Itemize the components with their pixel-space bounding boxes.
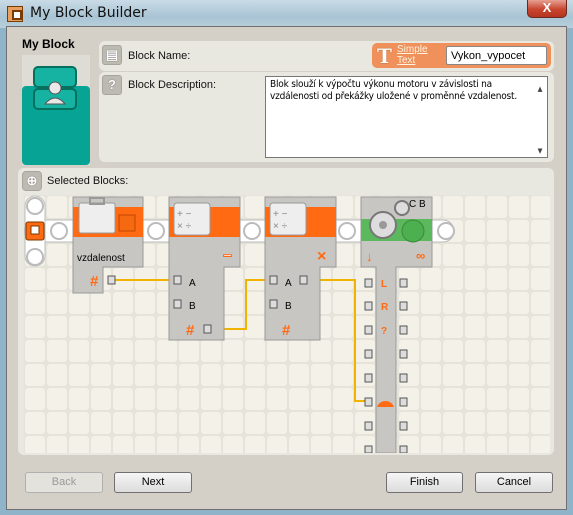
scroll-down-arrow-icon[interactable]: ▼	[533, 145, 547, 157]
title-bar[interactable]: My Block Builder X	[0, 0, 573, 28]
svg-text:+ −: + −	[273, 209, 288, 220]
input-a-label: A	[285, 278, 292, 289]
back-button[interactable]: Back	[25, 472, 103, 493]
close-button[interactable]: X	[527, 0, 567, 18]
suitcase-icon	[78, 202, 116, 234]
operation-multiply: ×	[317, 248, 326, 265]
svg-text:+ −: + −	[177, 209, 192, 220]
simple-text-link[interactable]: Simple Text	[397, 44, 437, 66]
other-plug-label: ?	[381, 326, 387, 337]
block-icon-preview[interactable]	[22, 55, 90, 165]
result-hash-icon: #	[186, 322, 195, 339]
svg-text:× ÷: × ÷	[273, 221, 288, 232]
block-name-input[interactable]	[446, 46, 547, 65]
block-name-label: Block Name:	[128, 50, 191, 62]
next-button[interactable]: Next	[114, 472, 192, 493]
direction-arrow-icon: ↓	[366, 249, 373, 264]
result-hash-icon: #	[282, 322, 291, 339]
name-tag-icon: ▤	[102, 45, 122, 65]
block-description-label: Block Description:	[128, 79, 217, 91]
crosshair-icon: ⊕	[22, 171, 42, 191]
description-text: Blok slouží k výpočtu výkonu motoru v zá…	[270, 79, 517, 102]
scroll-up-arrow-icon[interactable]: ▲	[533, 83, 547, 95]
finish-button[interactable]: Finish	[386, 472, 463, 493]
my-block-icon	[22, 66, 90, 165]
text-t-icon: T	[377, 44, 392, 68]
program-canvas[interactable]: vzdalenost # + −× ÷ − A B # + −× ÷ × A B…	[24, 195, 550, 453]
text-mode-box: T Simple Text	[372, 43, 551, 68]
input-b-label: B	[189, 301, 196, 312]
left-plug-label: L	[381, 279, 387, 290]
my-block-heading: My Block	[22, 37, 75, 51]
right-plug-label: R	[381, 302, 389, 313]
window-title: My Block Builder	[30, 5, 147, 21]
output-plug	[107, 275, 116, 285]
number-hash-icon: #	[90, 273, 99, 290]
block-description-textarea[interactable]: Blok slouží k výpočtu výkonu motoru v zá…	[265, 76, 548, 158]
unlimited-icon: ∞	[416, 248, 425, 263]
description-scrollbar[interactable]: ▲ ▼	[533, 77, 547, 157]
app-icon	[7, 6, 23, 22]
cancel-button[interactable]: Cancel	[475, 472, 553, 493]
svg-text:× ÷: × ÷	[177, 221, 192, 232]
input-b-label: B	[285, 301, 292, 312]
start-rail	[24, 195, 46, 267]
motor-ports: C B	[409, 199, 426, 210]
selected-blocks-label: Selected Blocks:	[47, 175, 129, 187]
help-question-icon: ?	[102, 75, 122, 95]
variable-name: vzdalenost	[77, 253, 125, 264]
operation-subtract: −	[223, 248, 232, 265]
input-a-label: A	[189, 278, 196, 289]
